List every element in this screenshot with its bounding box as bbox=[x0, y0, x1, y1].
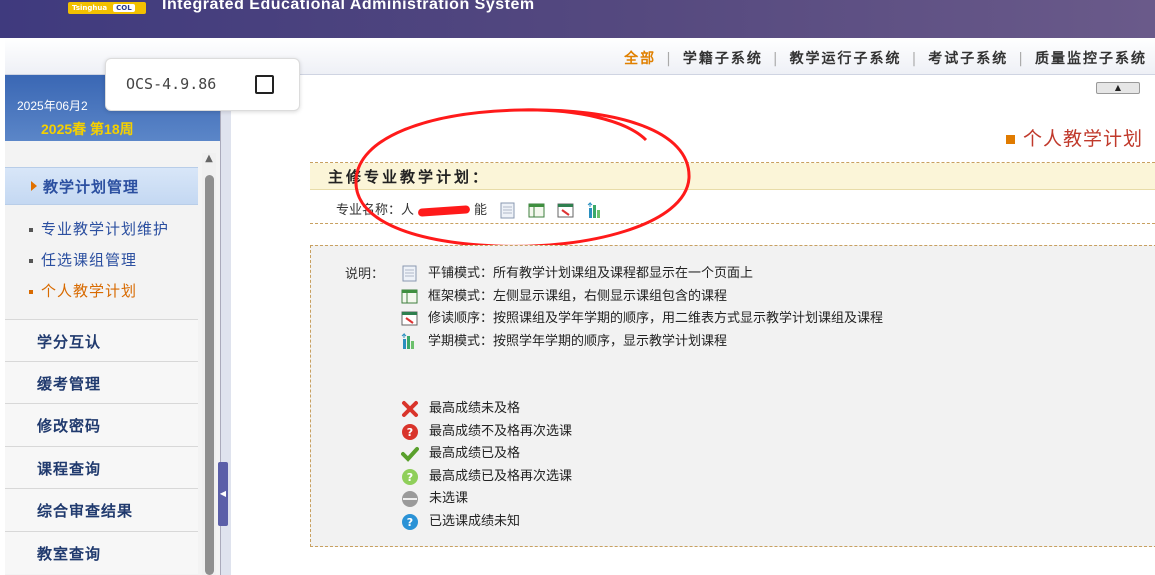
frame-mode-icon[interactable] bbox=[528, 202, 545, 219]
redaction-mark bbox=[417, 204, 471, 217]
nav-separator: | bbox=[666, 51, 673, 67]
red-cross-icon bbox=[402, 400, 418, 417]
nav-separator: | bbox=[911, 51, 919, 67]
major-name-row: 专业名称：人 能 bbox=[336, 199, 604, 219]
legend-study-order: 修读顺序：按照课组及学年学期的顺序，用二维表方式显示教学计划课组及课程 bbox=[401, 307, 883, 327]
frame-mode-icon bbox=[401, 289, 418, 304]
blue-question-icon: ? bbox=[402, 513, 418, 530]
major-plan-panel: 主修专业教学计划： 专业名称：人 能 bbox=[310, 162, 1155, 224]
svg-text:?: ? bbox=[407, 516, 413, 529]
ocs-popup: OCS-4.9.86 bbox=[105, 58, 300, 111]
expand-arrow-icon bbox=[31, 181, 37, 191]
bullet-icon bbox=[29, 258, 33, 263]
nav-item-all[interactable]: 全部 bbox=[624, 51, 656, 67]
legend-failed-retake: ? 最高成绩不及格再次选课 bbox=[401, 420, 572, 441]
scroll-up-icon[interactable]: ▲ bbox=[202, 153, 216, 167]
top-banner: Tsinghua COL Integrated Educational Admin… bbox=[0, 0, 1155, 38]
semester-mode-icon bbox=[401, 333, 414, 349]
sidebar: 2025年06月2 2025春 第18周 教学计划管理 专业教学计划维护 任选课… bbox=[5, 75, 220, 575]
nav-item-student-records[interactable]: 学籍子系统 bbox=[683, 51, 763, 67]
legend-passed: 最高成绩已及格 bbox=[401, 442, 520, 463]
checkbox-icon[interactable] bbox=[255, 75, 274, 94]
page-title: 个人教学计划 bbox=[1005, 124, 1143, 151]
menu-teaching-plan-management[interactable]: 教学计划管理 bbox=[5, 167, 198, 205]
legend-tile-mode: 平铺模式：所有教学计划课组及课程都显示在一个页面上 bbox=[401, 262, 753, 282]
major-value-tail: 能 bbox=[474, 203, 488, 218]
menu-change-password[interactable]: 修改密码 bbox=[5, 403, 198, 446]
svg-text:?: ? bbox=[407, 471, 413, 484]
menu-credit-recognition[interactable]: 学分互认 bbox=[5, 319, 198, 362]
nav-item-teaching-operations[interactable]: 教学运行子系统 bbox=[790, 51, 902, 67]
sidebar-scrollbar[interactable]: ▲ bbox=[202, 153, 216, 575]
legend-not-selected: 未选课 bbox=[401, 487, 468, 508]
major-label: 专业名称： bbox=[336, 203, 402, 218]
menu-label: 教学计划管理 bbox=[43, 178, 140, 196]
legend-selected-unknown: ? 已选课成绩未知 bbox=[401, 510, 520, 531]
legend-frame-mode: 框架模式：左侧显示课组，右侧显示课组包含的课程 bbox=[401, 285, 727, 305]
note-label: 说明： bbox=[345, 267, 385, 282]
menu-classroom-query[interactable]: 教室查询 bbox=[5, 531, 198, 574]
ocs-version-text: OCS-4.9.86 bbox=[126, 75, 217, 93]
collapse-header-button[interactable]: ▲ bbox=[1096, 82, 1140, 94]
nav-item-exams[interactable]: 考试子系统 bbox=[928, 51, 1008, 67]
legend-panel: 说明： 平铺模式：所有教学计划课组及课程都显示在一个页面上 框架模式：左侧显示课… bbox=[310, 245, 1155, 547]
system-title: Integrated Educational Administration Sy… bbox=[162, 0, 535, 13]
study-order-icon bbox=[401, 311, 418, 326]
submenu-major-plan-maintenance[interactable]: 专业教学计划维护 bbox=[29, 218, 169, 239]
menu-audit-results[interactable]: 综合审查结果 bbox=[5, 488, 198, 531]
scrollbar-thumb[interactable] bbox=[205, 175, 214, 575]
menu-course-query[interactable]: 课程查询 bbox=[5, 446, 198, 489]
major-value: 人 bbox=[401, 203, 415, 218]
bullet-icon bbox=[29, 289, 33, 294]
tile-mode-icon bbox=[402, 265, 417, 282]
logo: Tsinghua COL bbox=[68, 2, 146, 14]
legend-failed: 最高成绩未及格 bbox=[401, 397, 520, 418]
submenu-elective-group-management[interactable]: 任选课组管理 bbox=[29, 249, 137, 270]
green-question-icon: ? bbox=[402, 468, 418, 485]
collapse-sidebar-handle[interactable]: ◀ bbox=[218, 462, 228, 526]
current-date: 2025年06月2 bbox=[17, 99, 88, 113]
red-question-icon: ? bbox=[402, 423, 418, 440]
legend-passed-retake: ? 最高成绩已及格再次选课 bbox=[401, 465, 572, 486]
nav-separator: | bbox=[772, 51, 780, 67]
gray-ball-icon bbox=[402, 490, 418, 507]
nav-item-quality-monitoring[interactable]: 质量监控子系统 bbox=[1035, 51, 1147, 67]
submenu-personal-plan[interactable]: 个人教学计划 bbox=[29, 280, 137, 301]
current-week: 2025春 第18周 bbox=[41, 121, 134, 137]
green-check-icon bbox=[401, 446, 419, 462]
legend-semester-mode: 学期模式：按照学年学期的顺序，显示教学计划课程 bbox=[401, 330, 727, 350]
plan-heading-bar: 主修专业教学计划： bbox=[310, 163, 1155, 190]
svg-text:?: ? bbox=[407, 426, 413, 439]
menu-deferred-exam[interactable]: 缓考管理 bbox=[5, 361, 198, 404]
bullet-icon bbox=[29, 227, 33, 232]
title-square-icon bbox=[1005, 135, 1015, 144]
nav-separator: | bbox=[1018, 51, 1025, 67]
tile-mode-icon[interactable] bbox=[499, 202, 516, 219]
semester-mode-icon[interactable] bbox=[587, 202, 604, 219]
study-order-icon[interactable] bbox=[557, 202, 574, 219]
